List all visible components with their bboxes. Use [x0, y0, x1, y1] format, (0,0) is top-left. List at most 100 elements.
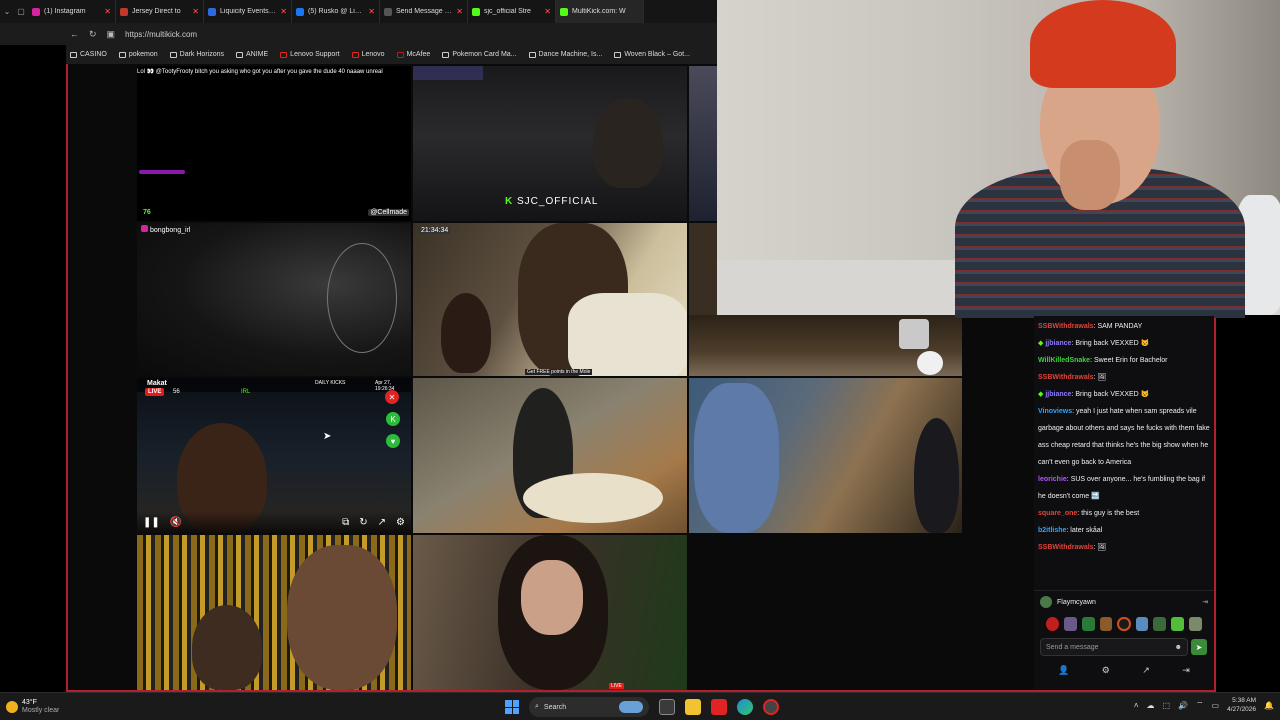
pip-icon[interactable]: ⧉	[342, 517, 349, 528]
back-icon[interactable]: ←	[70, 29, 79, 39]
channel-label: K SJC_OFFICIAL	[505, 196, 598, 207]
bookmark-lenovo-support[interactable]: Lenovo Support	[280, 51, 340, 58]
emote-icon[interactable]	[1135, 617, 1149, 631]
emote-icon[interactable]	[1046, 617, 1059, 631]
popout-chat-icon[interactable]: ⇥	[1202, 598, 1208, 606]
emote-icon[interactable]	[1153, 617, 1167, 631]
chat-username[interactable]: b2itlishe	[1038, 527, 1066, 534]
close-icon[interactable]: ✕	[104, 7, 111, 16]
edge-browser-icon[interactable]	[737, 699, 753, 715]
tab-multikick[interactable]: MultiKick.com: W	[556, 0, 644, 23]
close-icon[interactable]: ✕	[280, 7, 287, 16]
tab-sjc-official[interactable]: sjc_official Stre ✕	[468, 0, 556, 23]
tab-label: MultiKick.com: W	[572, 8, 626, 15]
stream-tile-3[interactable]	[689, 66, 717, 221]
bookmark-casino[interactable]: CASINO	[70, 51, 107, 58]
stream-tile-1[interactable]: Lol 👀 @TootyFrooty bitch you asking who …	[137, 66, 411, 221]
emote-bar	[1034, 613, 1214, 635]
weather-widget[interactable]: 43°F Mostly clear	[0, 699, 420, 715]
pot-shape	[899, 319, 929, 349]
popout-icon[interactable]: ↗	[378, 517, 386, 528]
close-icon[interactable]: ✕	[192, 7, 199, 16]
tab-rusko[interactable]: (5) Rusko @ Liquic ✕	[292, 0, 380, 23]
tab-liquicity-events[interactable]: Liquicity Events Ru ✕	[204, 0, 292, 23]
stream-tile-6[interactable]	[689, 223, 717, 315]
workspace-icon[interactable]: ▢	[14, 7, 28, 16]
network-icon[interactable]: ⬚	[1162, 701, 1170, 710]
bookmark-lenovo[interactable]: Lenovo	[351, 51, 385, 58]
bookmark-pokemon[interactable]: pokemon	[118, 51, 158, 58]
bookmark-dark-horizons[interactable]: Dark Horizons	[169, 51, 224, 58]
refresh-icon[interactable]: ↻	[89, 29, 97, 40]
bookmark-woven-black[interactable]: Woven Black – Got...	[614, 51, 690, 58]
battery-icon[interactable]: ▭	[1212, 701, 1220, 710]
pokeball-icon	[442, 51, 450, 58]
windows-start-icon[interactable]	[505, 700, 519, 714]
user-add-icon[interactable]: 👤	[1058, 665, 1069, 676]
chat-username[interactable]: leorichie	[1038, 476, 1067, 483]
task-view-icon[interactable]	[659, 699, 675, 715]
chat-username[interactable]: square_one	[1038, 510, 1077, 517]
file-explorer-icon[interactable]	[685, 699, 701, 715]
kick-icon[interactable]: K	[386, 412, 400, 426]
cloud-icon[interactable]: ☁	[1146, 701, 1154, 710]
send-button[interactable]: ➤	[1191, 639, 1207, 655]
close-icon[interactable]: ✕	[544, 7, 551, 16]
taskbar-search[interactable]: ⌕ Search	[529, 697, 649, 717]
bookmark-pokemon-card[interactable]: Pokemon Card Ma...	[442, 51, 517, 58]
bookmark-dance-machine[interactable]: Dance Machine, Is...	[528, 51, 602, 58]
settings-icon[interactable]: ⚙	[1102, 665, 1110, 676]
chat-username[interactable]: SSBWithdrawals	[1038, 374, 1094, 381]
emote-icon[interactable]	[1063, 617, 1077, 631]
emote-icon[interactable]	[1171, 617, 1185, 631]
chat-username[interactable]: SSBWithdrawals	[1038, 323, 1094, 330]
close-icon[interactable]: ✕	[368, 7, 375, 16]
stream-tile-5[interactable]: 21:34:34 Get FREE points in the Mole	[413, 223, 687, 376]
emote-icon[interactable]	[1117, 617, 1131, 631]
mute-icon[interactable]: 🔇	[170, 517, 182, 528]
stream-tile-11[interactable]	[137, 535, 411, 690]
tab-list-icon[interactable]: ⌄	[0, 7, 14, 16]
settings-icon[interactable]: ⚙	[396, 517, 405, 528]
stream-tile-bongbong[interactable]: bongbong_irl	[137, 223, 411, 376]
popout-icon[interactable]: ↗	[1142, 665, 1150, 676]
channel-name[interactable]: Flaymcyawn	[1057, 599, 1096, 606]
url-field[interactable]: https://multikick.com	[125, 30, 197, 39]
stream-tile-sjc-official[interactable]: K SJC_OFFICIAL	[413, 66, 687, 221]
emote-icon[interactable]	[1189, 617, 1203, 631]
wifi-icon[interactable]: ⌔	[1196, 700, 1204, 710]
chat-username[interactable]: jjbiance	[1045, 391, 1071, 398]
bookmark-anime[interactable]: ANIME	[236, 51, 268, 58]
tab-jersey-direct[interactable]: Jersey Direct to ✕	[116, 0, 204, 23]
chrome-icon[interactable]	[763, 699, 779, 715]
tab-instagram[interactable]: (1) Instagram ✕	[28, 0, 116, 23]
emote-icon[interactable]	[1099, 617, 1113, 631]
stream-tile-makat[interactable]: Makat DAILY KICKS Apr 27, 19:26:34 LIVE …	[137, 378, 411, 533]
avatar[interactable]	[1040, 596, 1052, 608]
close-icon[interactable]: ✕	[456, 7, 463, 16]
chat-username[interactable]: SSBWithdrawals	[1038, 544, 1094, 551]
tab-send-message[interactable]: Send Message | Fro✕	[380, 0, 468, 23]
stream-tile-9[interactable]	[413, 378, 687, 533]
chat-message: ◆ jjbiance: Bring back VEXXED 😾	[1038, 391, 1150, 398]
bookmark-mcafee[interactable]: McAfee	[396, 51, 430, 58]
chat-username[interactable]: WillKilledSnake	[1038, 357, 1090, 364]
chat-username[interactable]: jjbiance	[1045, 340, 1071, 347]
close-icon[interactable]: ✕	[385, 390, 399, 404]
clock[interactable]: 5:38 AM 4/27/2026	[1227, 696, 1256, 714]
chat-input[interactable]: Send a message ☻ ➤	[1040, 638, 1207, 656]
heart-icon[interactable]: ♥	[386, 434, 400, 448]
collapse-icon[interactable]: ⇥	[1182, 665, 1190, 676]
speaker-icon[interactable]: 🔊	[1178, 701, 1188, 710]
stream-tile-12[interactable]: LIVE	[413, 535, 687, 690]
emoji-picker-icon[interactable]: ☻	[1175, 644, 1182, 651]
stream-tile-10[interactable]	[689, 378, 962, 533]
app-icon[interactable]	[711, 699, 727, 715]
chevron-up-icon[interactable]: ˄	[1134, 701, 1139, 710]
chat-username[interactable]: Vinoviews	[1038, 408, 1072, 415]
stream-tile-7[interactable]	[689, 315, 962, 376]
emote-icon[interactable]	[1081, 617, 1095, 631]
notification-bell-icon[interactable]: 🔔	[1264, 701, 1274, 710]
pause-icon[interactable]: ❚❚	[143, 517, 160, 528]
refresh-icon[interactable]: ↻	[359, 517, 367, 528]
